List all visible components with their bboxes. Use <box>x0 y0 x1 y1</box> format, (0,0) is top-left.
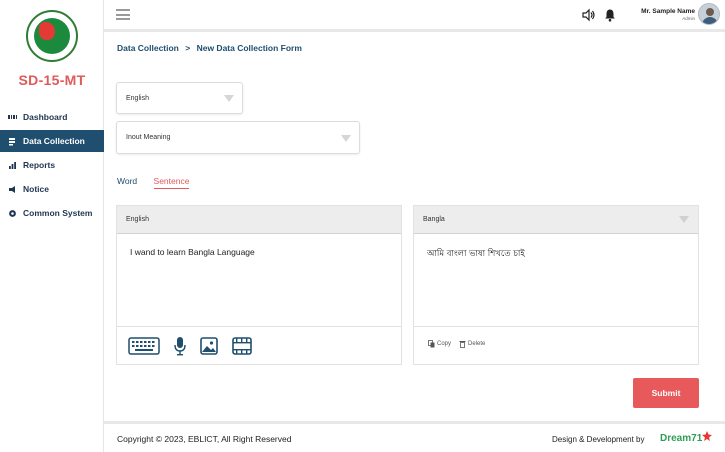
keyboard-icon[interactable] <box>128 336 160 356</box>
breadcrumb-separator: > <box>185 43 191 53</box>
image-icon[interactable] <box>200 336 218 356</box>
tab-sentence[interactable]: Sentence <box>153 176 190 189</box>
target-text: আমি বাংলা ভাষা শিখতে চাই <box>427 249 525 259</box>
copy-icon <box>428 340 435 348</box>
input-tools <box>128 336 266 356</box>
sidebar-item-common-system[interactable]: Common System <box>0 202 104 224</box>
type-select[interactable]: Inout Meaning <box>116 121 360 154</box>
sidebar-item-label: Reports <box>23 160 56 170</box>
speaker-icon[interactable] <box>582 8 596 22</box>
breadcrumb: Data Collection > New Data Collection Fo… <box>117 43 306 53</box>
delete-button[interactable]: Delete <box>459 340 485 348</box>
copy-button[interactable]: Copy <box>428 340 451 348</box>
source-language-header: English <box>117 206 401 234</box>
chevron-down-icon <box>679 216 689 223</box>
microphone-icon[interactable] <box>174 336 186 356</box>
sidebar-item-label: Common System <box>23 208 93 218</box>
language-select[interactable]: English <box>116 82 243 114</box>
video-icon[interactable] <box>232 336 252 356</box>
top-bar: Mr. Sample Name Admin <box>104 0 725 32</box>
dashboard-icon <box>8 113 17 122</box>
output-actions: Copy Delete <box>428 340 493 348</box>
source-text: I wand to learn Bangla Language <box>130 247 255 257</box>
sidebar: SD-15-MT Dashboard Data Collection Repor… <box>0 0 104 452</box>
credit-text: Design & Development by <box>552 435 645 444</box>
copyright-text: Copyright © 2023, EBLICT, All Right Rese… <box>117 434 292 444</box>
target-language-select[interactable]: Bangla <box>414 206 698 234</box>
source-panel: English I wand to learn Bangla Language <box>116 205 402 365</box>
government-logo <box>26 10 78 62</box>
sidebar-item-label: Data Collection <box>23 136 85 146</box>
bell-icon[interactable] <box>604 8 616 22</box>
tab-bar: Word Sentence <box>117 176 203 189</box>
target-text-output[interactable]: আমি বাংলা ভাষা শিখতে চাই <box>414 234 698 274</box>
chevron-down-icon <box>341 134 351 142</box>
divider <box>117 326 401 327</box>
dream71-logo-icon <box>702 431 712 441</box>
company-logo-text[interactable]: Dream71 <box>660 433 702 444</box>
footer: Copyright © 2023, EBLICT, All Right Rese… <box>104 421 725 452</box>
sidebar-item-dashboard[interactable]: Dashboard <box>0 106 104 128</box>
breadcrumb-current: New Data Collection Form <box>196 43 302 53</box>
chevron-down-icon <box>224 95 234 102</box>
sidebar-item-label: Dashboard <box>23 112 68 122</box>
menu-icon[interactable] <box>116 9 130 20</box>
source-text-input[interactable]: I wand to learn Bangla Language <box>117 234 401 270</box>
avatar[interactable] <box>698 3 720 25</box>
submit-button[interactable]: Submit <box>633 378 699 408</box>
sidebar-nav: Dashboard Data Collection Reports Notice… <box>0 106 104 226</box>
delete-label: Delete <box>468 341 486 347</box>
divider <box>414 326 698 327</box>
target-language-label: Bangla <box>423 216 445 223</box>
sidebar-item-data-collection[interactable]: Data Collection <box>0 130 104 152</box>
tab-word[interactable]: Word <box>117 176 137 188</box>
target-panel: Bangla আমি বাংলা ভাষা শিখতে চাই Copy Del… <box>413 205 699 365</box>
user-role: Admin <box>682 16 695 21</box>
breadcrumb-parent[interactable]: Data Collection <box>117 43 179 53</box>
data-collection-icon <box>8 137 17 146</box>
sidebar-item-notice[interactable]: Notice <box>0 178 104 200</box>
megaphone-icon <box>8 185 17 194</box>
brand-name: SD-15-MT <box>18 72 86 88</box>
main-content: Data Collection > New Data Collection Fo… <box>104 35 725 421</box>
copy-label: Copy <box>437 341 452 347</box>
type-select-value: Inout Meaning <box>126 134 171 141</box>
sidebar-item-label: Notice <box>23 184 49 194</box>
trash-icon <box>459 341 466 348</box>
user-name: Mr. Sample Name <box>641 8 695 15</box>
bar-chart-icon <box>8 161 17 170</box>
language-select-value: English <box>126 94 149 102</box>
source-language-label: English <box>126 216 149 223</box>
gear-icon <box>8 209 17 218</box>
sidebar-item-reports[interactable]: Reports <box>0 154 104 176</box>
